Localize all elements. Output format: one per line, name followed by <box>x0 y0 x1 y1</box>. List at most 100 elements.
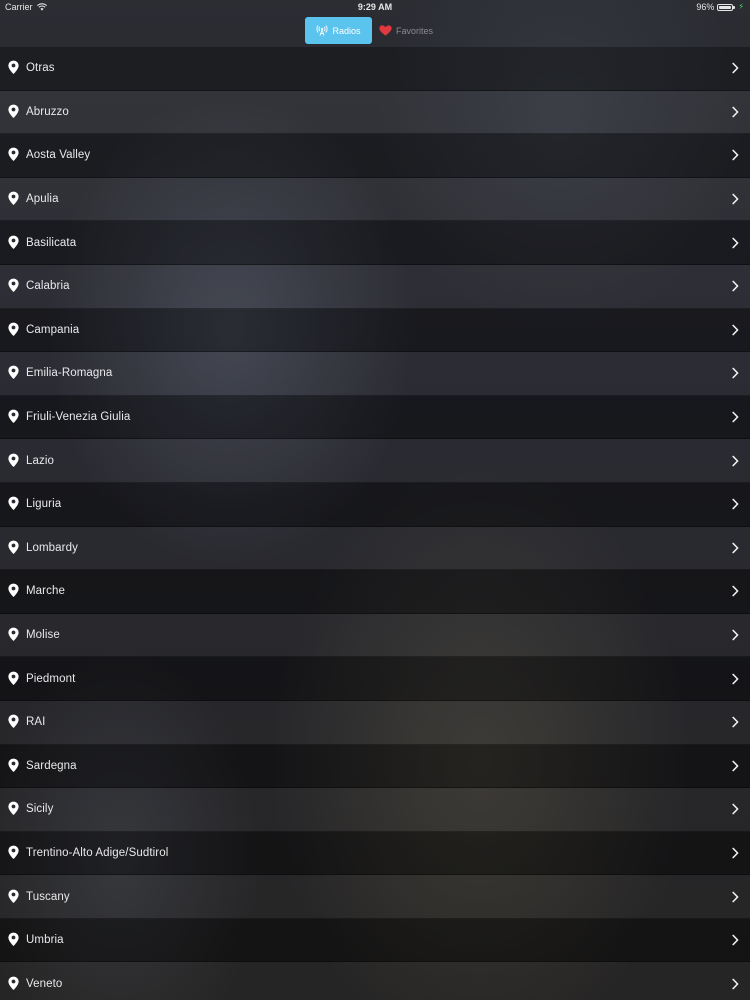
chevron-right-icon <box>732 673 739 684</box>
list-item[interactable]: RAI <box>0 700 750 745</box>
tab-favorites[interactable]: Favorites <box>376 17 436 44</box>
list-item-label: Marche <box>26 585 65 598</box>
list-item-label: Veneto <box>26 977 63 990</box>
chevron-right-icon <box>732 542 739 554</box>
list-item-label: Sicily <box>26 803 54 816</box>
list-item[interactable]: Lazio <box>0 439 750 483</box>
map-pin-icon <box>8 671 19 685</box>
list-item[interactable]: Veneto <box>0 962 750 1000</box>
heart-icon <box>379 25 392 36</box>
list-item-label: Apulia <box>26 193 59 206</box>
list-item-label: Lazio <box>26 454 54 467</box>
tab-favorites-label: Favorites <box>395 25 433 36</box>
list-item[interactable]: Lombardy <box>0 526 750 571</box>
list-item[interactable]: Piedmont <box>0 657 750 701</box>
list-item[interactable]: Trentino-Alto Adige/Sudtirol <box>0 831 750 876</box>
list-item[interactable]: Abruzzo <box>0 90 750 135</box>
map-pin-icon <box>8 627 19 642</box>
list-item[interactable]: Tuscany <box>0 875 750 919</box>
chevron-right-icon <box>732 237 739 248</box>
list-item-label: Umbria <box>26 934 64 947</box>
map-pin-icon <box>8 148 19 162</box>
chevron-right-icon <box>732 934 739 946</box>
app-screen: Carrier 9:29 AM 96% ⚡ Radios Favorites O… <box>0 0 750 1000</box>
chevron-right-icon <box>732 193 739 205</box>
chevron-right-icon <box>732 891 739 902</box>
chevron-right-icon <box>732 978 739 990</box>
list-item-label: Campania <box>26 323 80 336</box>
status-right: 96% ⚡ <box>696 0 744 14</box>
list-item-label: Trentino-Alto Adige/Sudtirol <box>26 846 169 859</box>
list-item-label: Abruzzo <box>26 105 69 118</box>
status-bar: Carrier 9:29 AM 96% ⚡ <box>0 0 750 14</box>
list-item-label: Tuscany <box>26 890 70 903</box>
list-item[interactable]: Umbria <box>0 918 750 963</box>
list-item[interactable]: Emilia-Romagna <box>0 352 750 396</box>
map-pin-icon <box>8 278 19 293</box>
list-item[interactable]: Liguria <box>0 482 750 527</box>
list-item-label: Lombardy <box>26 541 78 554</box>
list-item-label: Molise <box>26 629 60 642</box>
map-pin-icon <box>8 409 19 424</box>
chevron-right-icon <box>732 760 739 772</box>
map-pin-icon <box>8 540 19 554</box>
list-item[interactable]: Sardegna <box>0 744 750 789</box>
list-item-label: Aosta Valley <box>26 149 91 162</box>
map-pin-icon <box>8 932 19 947</box>
list-item-label: Calabria <box>26 280 70 293</box>
battery-icon <box>717 3 736 11</box>
battery-percent: 96% <box>696 2 715 12</box>
list-item-label: Piedmont <box>26 672 76 685</box>
map-pin-icon <box>8 889 19 903</box>
radio-antenna-icon <box>316 25 329 36</box>
map-pin-icon <box>8 191 19 206</box>
map-pin-icon <box>8 801 19 816</box>
chevron-right-icon <box>732 804 739 815</box>
map-pin-icon <box>8 845 19 859</box>
list-item[interactable]: Campania <box>0 308 750 353</box>
map-pin-icon <box>8 714 19 729</box>
segmented-control: Radios Favorites <box>0 14 750 47</box>
chevron-right-icon <box>732 716 739 728</box>
chevron-right-icon <box>732 498 739 510</box>
list-item[interactable]: Sicily <box>0 788 750 832</box>
chevron-right-icon <box>732 106 739 118</box>
charging-icon: ⚡ <box>738 2 744 11</box>
map-pin-icon <box>8 60 19 75</box>
map-pin-icon <box>8 758 19 772</box>
list-item[interactable]: Calabria <box>0 264 750 309</box>
list-item-label: RAI <box>26 716 46 729</box>
chevron-right-icon <box>732 62 739 74</box>
map-pin-icon <box>8 453 19 467</box>
battery-fill <box>719 5 731 9</box>
chevron-right-icon <box>732 324 739 336</box>
list-item[interactable]: Otras <box>0 47 750 91</box>
map-pin-icon <box>8 366 19 380</box>
chevron-right-icon <box>732 629 739 641</box>
region-list: Otras Abruzzo Aosta Valley Apulia Basilicata… <box>0 47 750 1000</box>
map-pin-icon <box>8 496 19 511</box>
chevron-right-icon <box>732 586 739 597</box>
map-pin-icon <box>8 235 19 249</box>
list-item[interactable]: Apulia <box>0 177 750 222</box>
list-item-label: Emilia-Romagna <box>26 367 113 380</box>
list-item[interactable]: Friuli-Venezia Giulia <box>0 395 750 440</box>
tab-radios-label: Radios <box>332 25 361 36</box>
list-item-label: Basilicata <box>26 236 77 249</box>
list-item[interactable]: Marche <box>0 570 750 614</box>
map-pin-icon <box>8 104 19 118</box>
chevron-right-icon <box>732 368 739 379</box>
list-item-label: Sardegna <box>26 759 77 772</box>
list-item[interactable]: Molise <box>0 613 750 658</box>
list-item-label: Otras <box>26 62 55 75</box>
list-item[interactable]: Basilicata <box>0 221 750 265</box>
chevron-right-icon <box>732 411 739 423</box>
chevron-right-icon <box>732 150 739 161</box>
map-pin-icon <box>8 322 19 336</box>
chevron-right-icon <box>732 847 739 859</box>
map-pin-icon <box>8 976 19 990</box>
chevron-right-icon <box>732 455 739 466</box>
list-item[interactable]: Aosta Valley <box>0 134 750 178</box>
battery-tip <box>733 6 736 9</box>
tab-radios[interactable]: Radios <box>305 17 372 44</box>
